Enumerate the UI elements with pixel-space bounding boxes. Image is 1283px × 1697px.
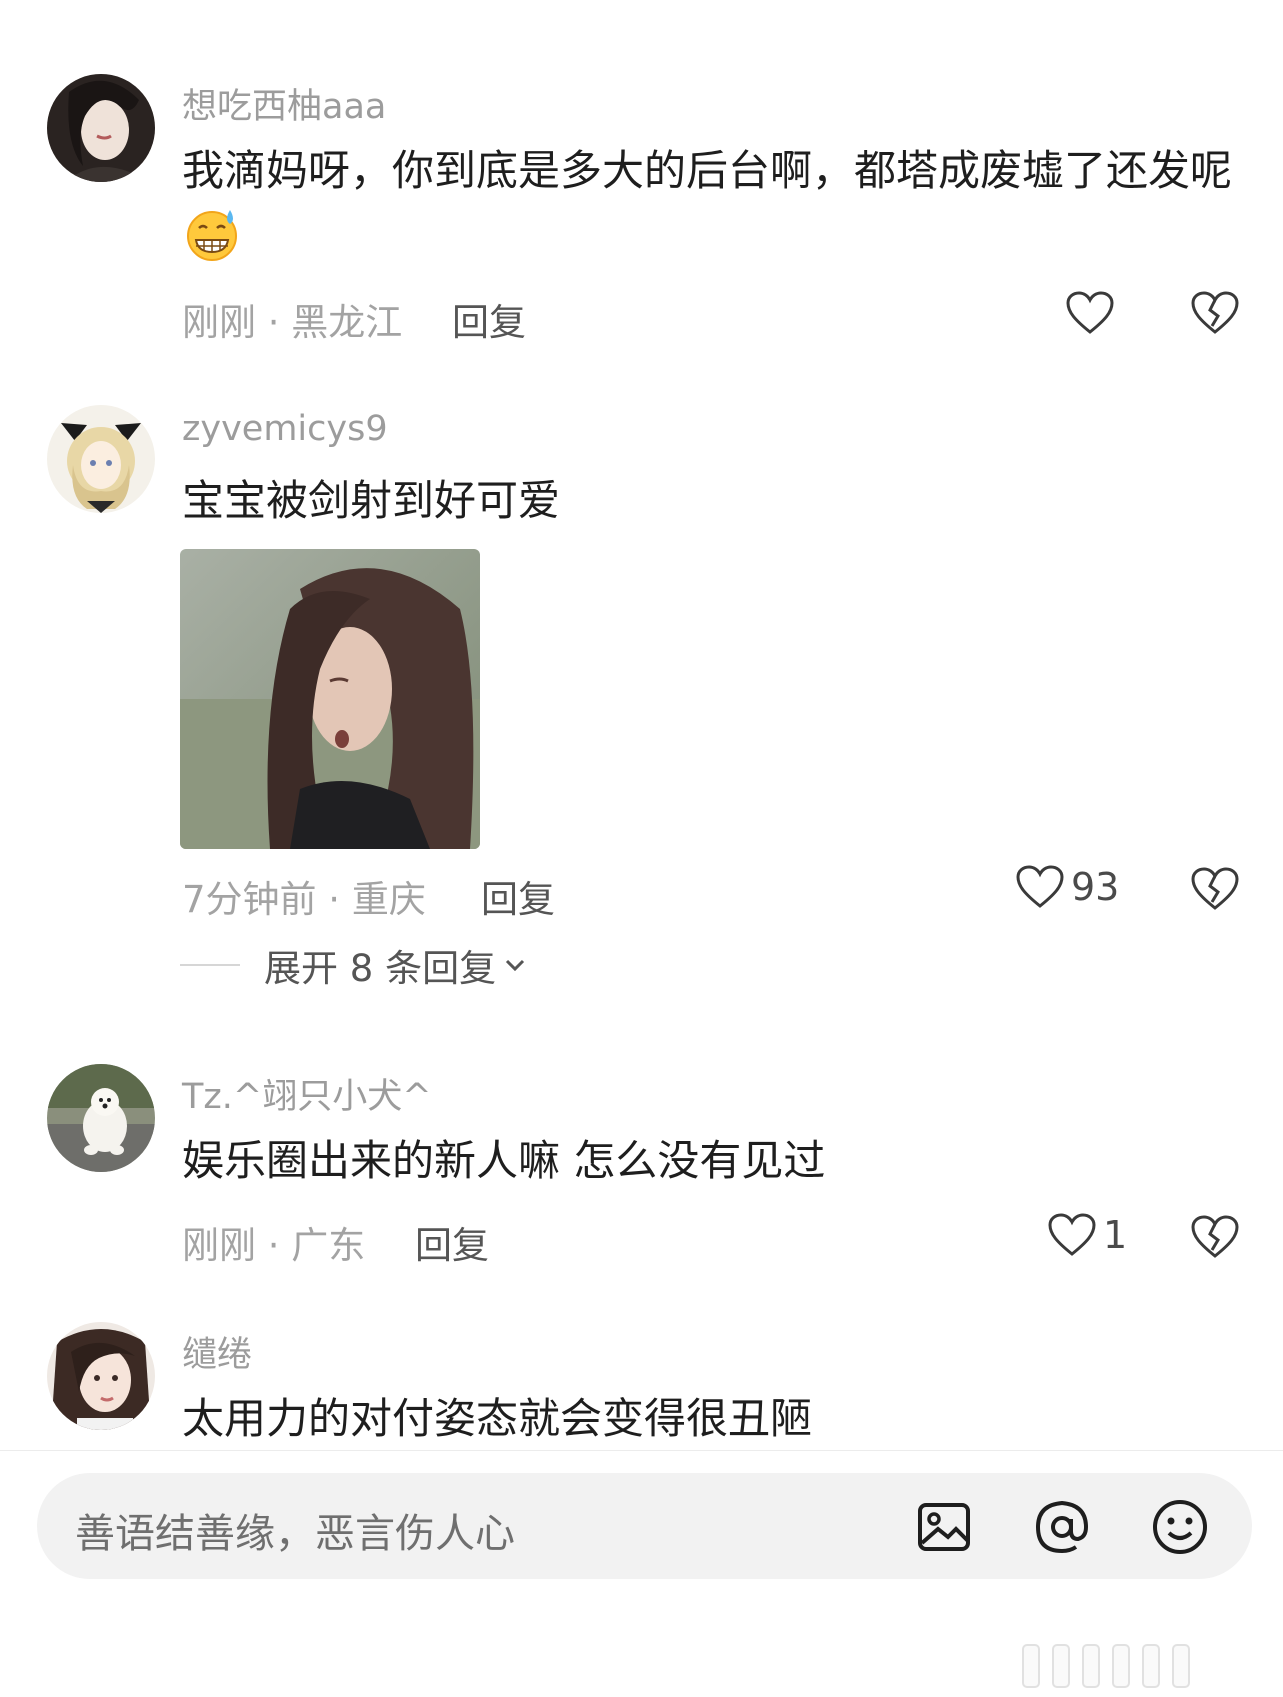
comment-input-placeholder: 善语结善缘，恶言伤人心 (75, 1511, 515, 1557)
heart-outline-icon (1016, 865, 1064, 908)
reply-button[interactable]: 回复 (481, 869, 555, 923)
comment-text: 太用力的对付姿态就会变得很丑陋 (182, 1394, 813, 1443)
expand-replies-button[interactable]: 展开 8 条回复 (180, 938, 530, 992)
chevron-down-icon (506, 959, 525, 972)
watermark-bar (1112, 1644, 1130, 1688)
comment-meta: 刚刚 · 广东 (182, 1224, 366, 1267)
heart-outline-icon (1066, 291, 1114, 334)
dislike-button[interactable] (1190, 290, 1240, 340)
smiley-icon (1153, 1500, 1207, 1554)
username[interactable]: zyvemicys9 (182, 409, 388, 449)
like-button[interactable] (1065, 290, 1115, 336)
mention-button[interactable] (1032, 1497, 1092, 1557)
emoji-button[interactable] (1150, 1497, 1210, 1557)
comment-input[interactable]: 善语结善缘，恶言伤人心 (37, 1473, 1252, 1579)
comment-meta: 刚刚 · 黑龙江 (182, 301, 403, 344)
divider (180, 964, 240, 966)
comment-meta: 7分钟前 · 重庆 (182, 878, 426, 921)
dislike-button[interactable] (1190, 1214, 1240, 1264)
broken-heart-icon (1191, 1215, 1239, 1258)
like-button[interactable]: 1 (1047, 1212, 1127, 1258)
broken-heart-icon (1191, 291, 1239, 334)
comment-image[interactable] (180, 549, 480, 849)
image-icon (918, 1503, 970, 1551)
watermark-logo (1022, 1644, 1190, 1688)
like-button[interactable]: 93 (1015, 864, 1119, 910)
reply-button[interactable]: 回复 (415, 1215, 489, 1269)
reply-button[interactable]: 回复 (452, 292, 526, 346)
username[interactable]: 想吃西柚aaa (182, 78, 386, 129)
watermark-bar (1082, 1644, 1100, 1688)
comment-input-bar: 善语结善缘，恶言伤人心 (0, 1450, 1283, 1697)
avatar[interactable] (47, 405, 155, 513)
comment-text: 我滴妈呀，你到底是多大的后台啊，都塔成废墟了还发呢 (182, 136, 1242, 283)
grimacing-sweat-emoji-icon (184, 206, 240, 283)
comment-text: 宝宝被剑射到好可爱 (182, 476, 561, 525)
watermark-bar (1172, 1644, 1190, 1688)
broken-heart-icon (1191, 867, 1239, 910)
at-icon (1035, 1500, 1089, 1554)
username[interactable]: 缱绻 (182, 1326, 252, 1377)
dislike-button[interactable] (1190, 866, 1240, 916)
avatar[interactable] (47, 1064, 155, 1172)
image-picker-button[interactable] (914, 1497, 974, 1557)
like-count: 93 (1071, 865, 1120, 909)
watermark-bar (1052, 1644, 1070, 1688)
heart-outline-icon (1048, 1213, 1096, 1256)
watermark-bar (1142, 1644, 1160, 1688)
avatar[interactable] (47, 1322, 155, 1430)
watermark-bar (1022, 1644, 1040, 1688)
like-count: 1 (1103, 1213, 1128, 1257)
comment-text: 娱乐圈出来的新人嘛 怎么没有见过 (182, 1136, 826, 1185)
comment-text-content: 我滴妈呀，你到底是多大的后台啊，都塔成废墟了还发呢 (182, 146, 1233, 195)
username[interactable]: Tz.^翊只小犬^ (182, 1068, 432, 1119)
avatar[interactable] (47, 74, 155, 182)
expand-replies-label: 展开 8 条回复 (264, 947, 497, 990)
